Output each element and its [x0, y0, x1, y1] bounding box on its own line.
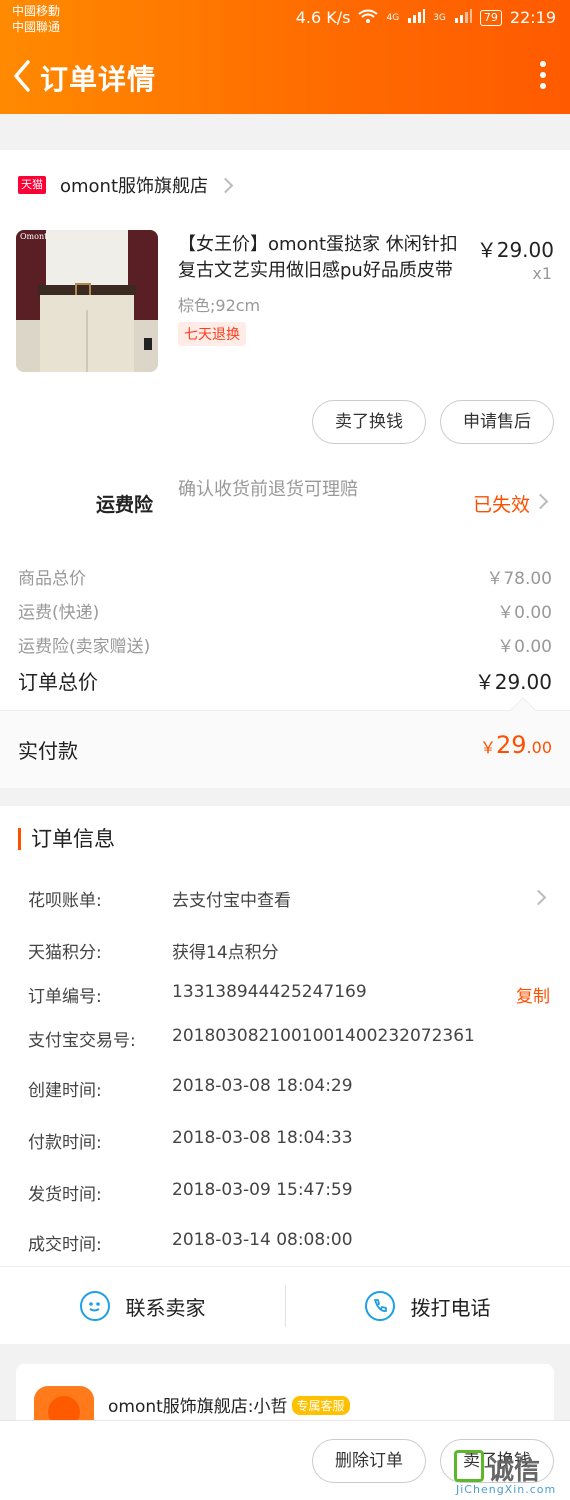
- service-badge: 专属客服: [291, 1396, 350, 1415]
- net-speed: 4.6 K/s: [295, 8, 351, 27]
- watermark-url: JiChengXin.com: [456, 1483, 557, 1496]
- status-bar: 中國移動 中國聯通 4.6 K/s 4G 3G 79 22:19: [0, 0, 570, 40]
- order-total-row: 订单总价 ￥29.00: [18, 666, 552, 695]
- thumb-brand: Omont: [20, 232, 48, 241]
- order-info-card: 订单信息 花呗账单: 去支付宝中查看 天猫积分: 获得14点积分 订单编号: 1…: [0, 806, 570, 1344]
- chat-icon: [79, 1291, 110, 1321]
- fee-label: 商品总价: [18, 569, 86, 589]
- fee-label: 运费险(卖家赠送): [18, 637, 151, 657]
- back-icon[interactable]: [8, 54, 38, 98]
- paid-integer: 29: [496, 731, 527, 759]
- clock: 22:19: [509, 8, 556, 27]
- top-bar: 中國移動 中國聯通 4.6 K/s 4G 3G 79 22:19 订单详情: [0, 0, 570, 114]
- contact-bar: 联系卖家 拨打电话: [0, 1266, 570, 1344]
- signal-2-icon: [454, 8, 472, 27]
- return-policy-tag: 七天退换: [178, 322, 246, 346]
- info-value[interactable]: 去支付宝中查看: [172, 886, 291, 911]
- carrier-1: 中國移動: [12, 4, 61, 18]
- product-thumbnail[interactable]: Omont: [16, 230, 158, 372]
- shop-name: omont服饰旗舰店: [60, 176, 209, 197]
- service-name-text: omont服饰旗舰店:小哲: [108, 1397, 288, 1417]
- info-value: 2018-03-08 18:04:33: [172, 1128, 353, 1148]
- info-label: 发货时间:: [28, 1185, 102, 1205]
- info-label: 花呗账单:: [28, 891, 102, 911]
- order-total-value: ￥29.00: [474, 670, 552, 694]
- after-sale-button[interactable]: 申请售后: [440, 400, 554, 444]
- info-label: 成交时间:: [28, 1235, 102, 1255]
- signal-1-label: 4G: [386, 12, 400, 23]
- fee-label: 运费(快递): [18, 603, 100, 623]
- carrier-info: 中國移動 中國聯通: [12, 3, 60, 35]
- info-value: 2018-03-14 08:08:00: [172, 1230, 353, 1250]
- insurance-status[interactable]: 已失效: [473, 490, 530, 517]
- more-options-icon[interactable]: [536, 58, 550, 94]
- product-quantity: x1: [532, 264, 552, 283]
- signal-2-label: 3G: [433, 12, 446, 23]
- delete-order-button[interactable]: 删除订单: [312, 1439, 426, 1483]
- info-value: 2018-03-09 15:47:59: [172, 1180, 353, 1200]
- page-title: 订单详情: [40, 63, 157, 96]
- status-right: 4.6 K/s 4G 3G 79 22:19: [296, 8, 556, 27]
- order-card: 天猫 omont服饰旗舰店 Omont 【女王价】omont蛋挞家 休闲针扣复古…: [0, 150, 570, 788]
- fee-row: 运费险(卖家赠送) ￥0.00: [18, 632, 552, 657]
- info-label: 创建时间:: [28, 1081, 102, 1101]
- call-phone-button[interactable]: 拨打电话: [285, 1267, 570, 1345]
- call-phone-label: 拨打电话: [410, 1295, 491, 1320]
- paid-amount-row: 实付款 ￥29.00: [0, 697, 570, 788]
- watermark-logo: 诚信 JiChengXin.com: [452, 1446, 564, 1496]
- chevron-right-icon[interactable]: [532, 493, 549, 510]
- order-number: 133138944425247169: [172, 982, 367, 1002]
- fee-value: ￥78.00: [486, 569, 552, 589]
- tmall-badge: 天猫: [18, 176, 46, 194]
- insurance-description: 确认收货前退货可理赔: [178, 479, 358, 500]
- signal-icon: [407, 8, 426, 27]
- contact-seller-button[interactable]: 联系卖家: [0, 1267, 285, 1345]
- service-name: omont服饰旗舰店:小哲 专属客服: [108, 1392, 350, 1417]
- chevron-right-icon[interactable]: [530, 889, 547, 906]
- battery-icon: 79: [479, 9, 502, 26]
- info-label: 付款时间:: [28, 1133, 102, 1153]
- fee-row: 运费(快递) ￥0.00: [18, 598, 552, 623]
- watermark-icon: [454, 1450, 484, 1482]
- info-label: 订单编号:: [28, 987, 102, 1007]
- caret-decoration: [510, 697, 536, 723]
- fee-value: ￥0.00: [497, 603, 552, 623]
- product-sku: 棕色;92cm: [178, 296, 261, 315]
- fee-value: ￥0.00: [497, 637, 552, 657]
- info-label: 天猫积分:: [28, 943, 102, 963]
- info-label: 支付宝交易号:: [28, 1031, 136, 1051]
- carrier-2: 中國聯通: [12, 20, 61, 34]
- info-value: 2018030821001001400232072361: [172, 1026, 475, 1046]
- copy-button[interactable]: 复制: [516, 982, 550, 1007]
- paid-amount: ￥29.00: [480, 731, 552, 759]
- fee-row: 商品总价 ￥78.00: [18, 564, 552, 589]
- contact-seller-label: 联系卖家: [125, 1295, 206, 1320]
- watermark-text: 诚信: [488, 1456, 541, 1486]
- sell-for-cash-button[interactable]: 卖了换钱: [312, 400, 426, 444]
- section-title: 订单信息: [18, 828, 115, 850]
- info-value: 2018-03-08 18:04:29: [172, 1076, 353, 1096]
- paid-decimal: .00: [526, 738, 552, 757]
- chevron-right-icon: [217, 177, 234, 193]
- phone-icon: [364, 1291, 395, 1321]
- nav-bar: 订单详情: [0, 44, 570, 108]
- product-price: ￥29.00: [476, 238, 554, 262]
- order-total-label: 订单总价: [18, 670, 98, 694]
- shop-link[interactable]: 天猫 omont服饰旗舰店: [18, 172, 234, 198]
- product-title[interactable]: 【女王价】omont蛋挞家 休闲针扣复古文艺实用做旧感pu好品质皮带: [178, 232, 474, 284]
- info-value: 获得14点积分: [172, 943, 279, 963]
- wifi-icon: [358, 8, 379, 27]
- currency-symbol: ￥: [479, 738, 496, 757]
- insurance-label: 运费险: [96, 494, 154, 516]
- paid-label: 实付款: [18, 739, 78, 763]
